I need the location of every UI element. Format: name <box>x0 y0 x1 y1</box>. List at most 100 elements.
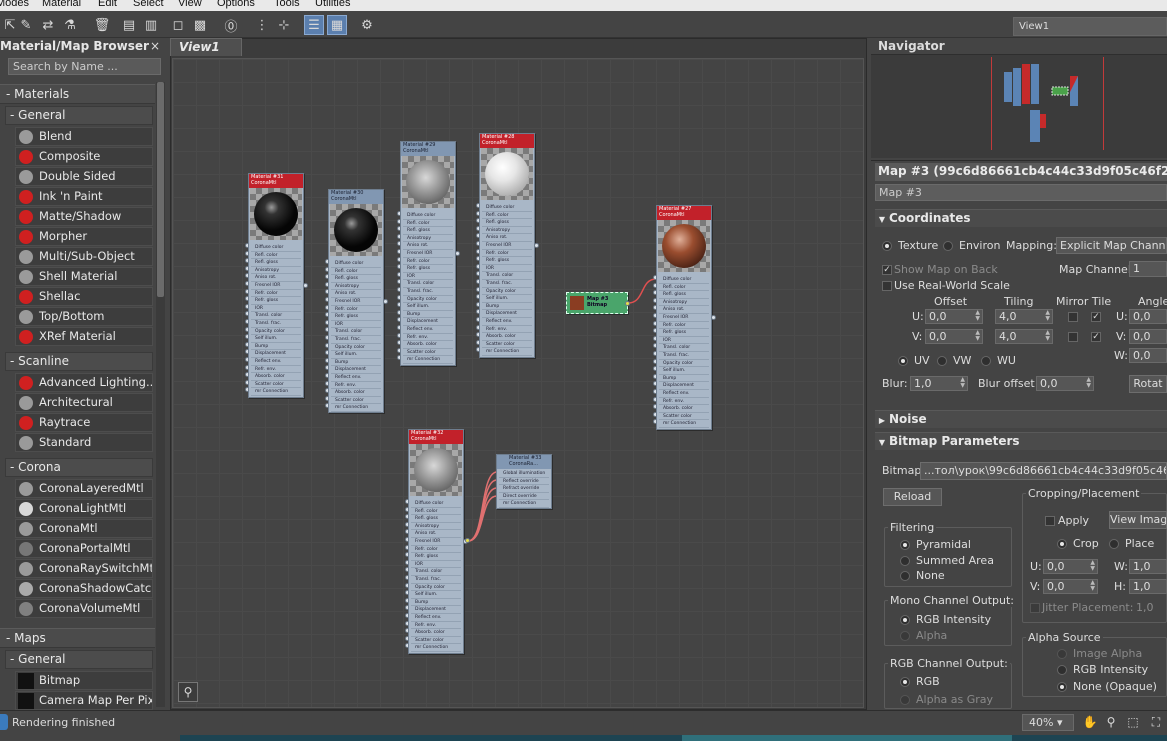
node-slot[interactable]: Transl. frac. <box>251 320 301 328</box>
node-slot[interactable]: Transl. color <box>331 328 381 336</box>
rotate-button[interactable]: Rotat <box>1129 375 1167 393</box>
group-general[interactable]: - General <box>5 106 153 125</box>
node-slot[interactable]: Displacement <box>659 382 709 390</box>
browser-item-scanline_items-0[interactable]: Advanced Lighting... <box>15 373 153 392</box>
node-slot[interactable]: Self illum. <box>251 335 301 343</box>
node-slot[interactable]: Absorb. color <box>251 373 301 381</box>
node-slot[interactable]: Refr. gloss <box>251 297 301 305</box>
crop-h-field[interactable]: 1,0 <box>1129 579 1167 594</box>
output-port[interactable] <box>625 301 630 306</box>
rgb-radio[interactable] <box>900 677 910 687</box>
menu-view[interactable]: View <box>178 0 202 9</box>
node-slot[interactable]: Refr. env. <box>251 366 301 374</box>
bitmap-node[interactable]: Map #3 Bitmap <box>566 292 628 314</box>
node-slot[interactable]: Absorb. color <box>482 333 532 341</box>
node-slot[interactable]: Displacement <box>251 350 301 358</box>
summed-area-radio[interactable] <box>900 556 910 566</box>
browser-item-maps_items-1[interactable]: Camera Map Per Pixel <box>15 691 153 710</box>
menu-tools[interactable]: Tools <box>274 0 300 9</box>
layout-children-icon[interactable]: ⊹ <box>274 15 294 35</box>
node-slot[interactable]: Anisotropy <box>331 283 381 291</box>
node-slot[interactable]: Aniso rot. <box>659 306 709 314</box>
show-shaded-icon[interactable]: ◻ <box>168 15 188 35</box>
group-corona[interactable]: - Corona <box>5 458 153 477</box>
image-alpha-radio[interactable] <box>1057 649 1067 659</box>
blur-offset-field[interactable]: 0,0 ▲ ▼ <box>1036 376 1094 391</box>
node-slot[interactable]: Refr. color <box>411 546 461 554</box>
node-slot[interactable]: Reflect env. <box>659 390 709 398</box>
crop-v-field[interactable]: 0,0 ▲ ▼ <box>1043 579 1098 594</box>
node-slot[interactable]: Bump <box>251 343 301 351</box>
node-slot[interactable]: Self illum. <box>659 367 709 375</box>
real-world-checkbox[interactable] <box>882 281 892 291</box>
v-angle-field[interactable]: 0,0 <box>1129 329 1167 344</box>
v-tiling-field[interactable]: 4,0 ▲ ▼ <box>995 329 1053 344</box>
menu-utilities[interactable]: Utilities <box>315 0 350 9</box>
select-by-material-icon[interactable]: ⚙ <box>357 15 377 35</box>
browser-item-general_items-8[interactable]: Shellac <box>15 287 153 306</box>
node-slot[interactable]: Opacity color <box>482 288 532 296</box>
node-slot[interactable]: Refl. gloss <box>659 291 709 299</box>
node-slot[interactable]: Diffuse color <box>411 500 461 508</box>
output-port[interactable] <box>455 251 460 256</box>
node-slot[interactable]: Anisotropy <box>411 523 461 531</box>
node-slot[interactable]: Displacement <box>482 310 532 318</box>
browser-item-corona_items-6[interactable]: CoronaVolumeMtl <box>15 599 153 618</box>
output-port[interactable] <box>711 315 716 320</box>
browser-item-general_items-2[interactable]: Double Sided <box>15 167 153 186</box>
node-slot[interactable]: Fresnel IOR <box>482 242 532 250</box>
search-input[interactable]: Search by Name ... <box>8 58 161 75</box>
node-slot[interactable]: Refr. gloss <box>411 553 461 561</box>
node-slot[interactable]: Refr. gloss <box>659 329 709 337</box>
node-slot[interactable]: Opacity color <box>251 328 301 336</box>
node-slot[interactable]: Self illum. <box>331 351 381 359</box>
node-slot[interactable]: Direct override <box>499 493 549 501</box>
node-slot[interactable]: Fresnel IOR <box>331 298 381 306</box>
node-slot[interactable]: IOR <box>403 273 453 281</box>
browser-item-general_items-9[interactable]: Top/Bottom <box>15 307 153 326</box>
node-slot[interactable]: Scatter color <box>251 381 301 389</box>
browser-item-scanline_items-1[interactable]: Architectural <box>15 393 153 412</box>
close-icon[interactable]: × <box>150 39 160 53</box>
node-slot[interactable]: Bump <box>411 599 461 607</box>
node-slot[interactable]: Aniso rot. <box>251 274 301 282</box>
node-slot[interactable]: Refr. gloss <box>482 257 532 265</box>
node-slot[interactable]: Anisotropy <box>659 299 709 307</box>
node-slot[interactable]: Refl. gloss <box>403 227 453 235</box>
v-tile-checkbox[interactable]: ✓ <box>1091 332 1101 342</box>
rollout-coordinates[interactable]: ▼ Coordinates <box>875 209 1167 227</box>
crop-radio[interactable] <box>1057 539 1067 549</box>
menu-options[interactable]: Options <box>217 0 255 9</box>
menu-edit[interactable]: Edit <box>98 0 117 9</box>
node-slot[interactable]: Aniso rot. <box>331 290 381 298</box>
node-slot[interactable]: Refl. color <box>251 252 301 260</box>
node-slot[interactable]: Aniso rot. <box>403 242 453 250</box>
u-tiling-field[interactable]: 4,0 ▲ ▼ <box>995 309 1053 324</box>
rgb-intensity-alpha-radio[interactable] <box>1057 665 1067 675</box>
browser-item-general_items-1[interactable]: Composite <box>15 147 153 166</box>
browser-toggle-icon[interactable]: ☰ <box>304 15 324 35</box>
node-slot[interactable]: Anisotropy <box>251 267 301 275</box>
section-materials[interactable]: - Materials <box>0 84 155 104</box>
node-slot[interactable]: Absorb. color <box>403 341 453 349</box>
node-slot[interactable]: Displacement <box>331 366 381 374</box>
node-slot[interactable]: Refl. gloss <box>411 515 461 523</box>
browser-item-general_items-10[interactable]: XRef Material <box>15 327 153 346</box>
node-slot[interactable]: Diffuse color <box>251 244 301 252</box>
none-filter-radio[interactable] <box>900 571 910 581</box>
wu-radio[interactable] <box>981 356 991 366</box>
node-slot[interactable]: Global illumination <box>499 470 549 478</box>
browser-item-general_items-4[interactable]: Matte/Shadow <box>15 207 153 226</box>
node-slot[interactable]: Bump <box>659 375 709 383</box>
show-background-icon[interactable]: ▩ <box>190 15 210 35</box>
node-slot[interactable]: Self illum. <box>403 303 453 311</box>
rollout-noise[interactable]: ▶ Noise <box>875 410 1167 428</box>
rollout-bitmap-parameters[interactable]: ▼ Bitmap Parameters <box>875 432 1167 450</box>
bitmap-path-button[interactable]: ...тол\урок\99c6d86661cb4c44c33d9f05c46f… <box>920 462 1167 480</box>
node-slot[interactable]: Refr. env. <box>403 334 453 342</box>
node-slot[interactable]: Scatter color <box>331 397 381 405</box>
browser-item-scanline_items-3[interactable]: Standard <box>15 433 153 452</box>
crop-w-field[interactable]: 1,0 <box>1129 559 1167 574</box>
node-slot[interactable]: Diffuse color <box>331 260 381 268</box>
node-slot[interactable]: Refr. color <box>659 322 709 330</box>
